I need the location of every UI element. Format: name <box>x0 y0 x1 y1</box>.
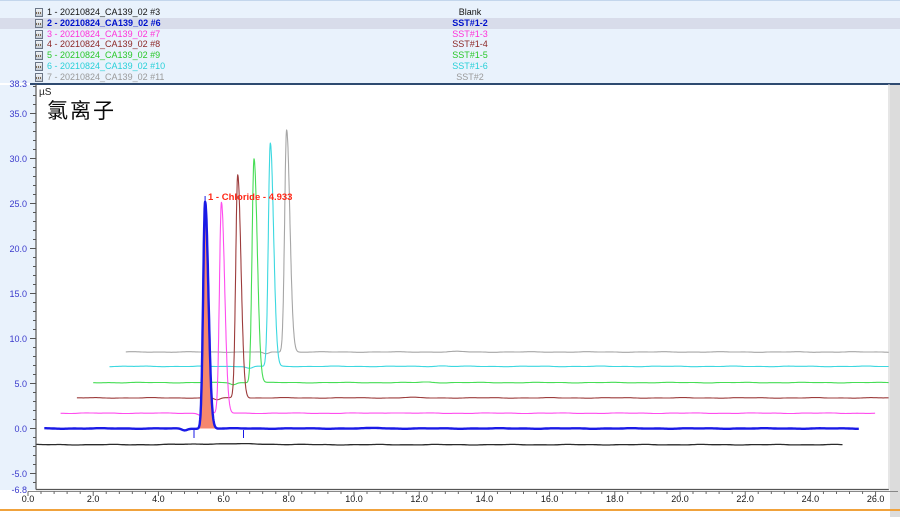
y-tick-label: 30.0 <box>0 154 27 164</box>
trace-2-selected <box>44 202 859 431</box>
x-tick-label: 4.0 <box>144 494 172 504</box>
x-tick-label: 24.0 <box>796 494 824 504</box>
trace-3 <box>61 202 876 415</box>
x-tick-label: 26.0 <box>862 494 890 504</box>
x-tick-label: 0.0 <box>14 494 42 504</box>
y-tick-label: 15.0 <box>0 289 27 299</box>
peak-annotation: 1 - Chloride - 4.933 <box>208 192 292 203</box>
y-tick-label: -5.0 <box>0 469 27 479</box>
y-tick-label: 25.0 <box>0 199 27 209</box>
bottom-accent-line <box>0 509 900 511</box>
x-tick-label: 12.0 <box>405 494 433 504</box>
x-tick-label: 8.0 <box>275 494 303 504</box>
y-tick-label: 10.0 <box>0 334 27 344</box>
y-tick-label: 35.0 <box>0 109 27 119</box>
x-tick-label: 6.0 <box>210 494 238 504</box>
x-tick-label: 2.0 <box>79 494 107 504</box>
x-tick-label: 14.0 <box>470 494 498 504</box>
y-range-max-label: 38.3 <box>0 79 27 89</box>
x-tick-label: 10.0 <box>340 494 368 504</box>
x-tick-label: 20.0 <box>666 494 694 504</box>
x-tick-label: 18.0 <box>601 494 629 504</box>
y-tick-label: 5.0 <box>0 379 27 389</box>
trace-1 <box>28 444 843 445</box>
y-tick-label: 20.0 <box>0 244 27 254</box>
axis-ticks <box>28 87 876 497</box>
chart-title: 氯离子 <box>47 95 116 125</box>
trace-6 <box>110 143 900 368</box>
chromatogram-plot[interactable] <box>0 0 900 517</box>
y-tick-label: 0.0 <box>0 424 27 434</box>
chromatography-window: 1 - 20210824_CA139_02 #3Blank2 - 2021082… <box>0 0 900 517</box>
x-tick-label: 16.0 <box>536 494 564 504</box>
x-tick-label: 22.0 <box>731 494 759 504</box>
